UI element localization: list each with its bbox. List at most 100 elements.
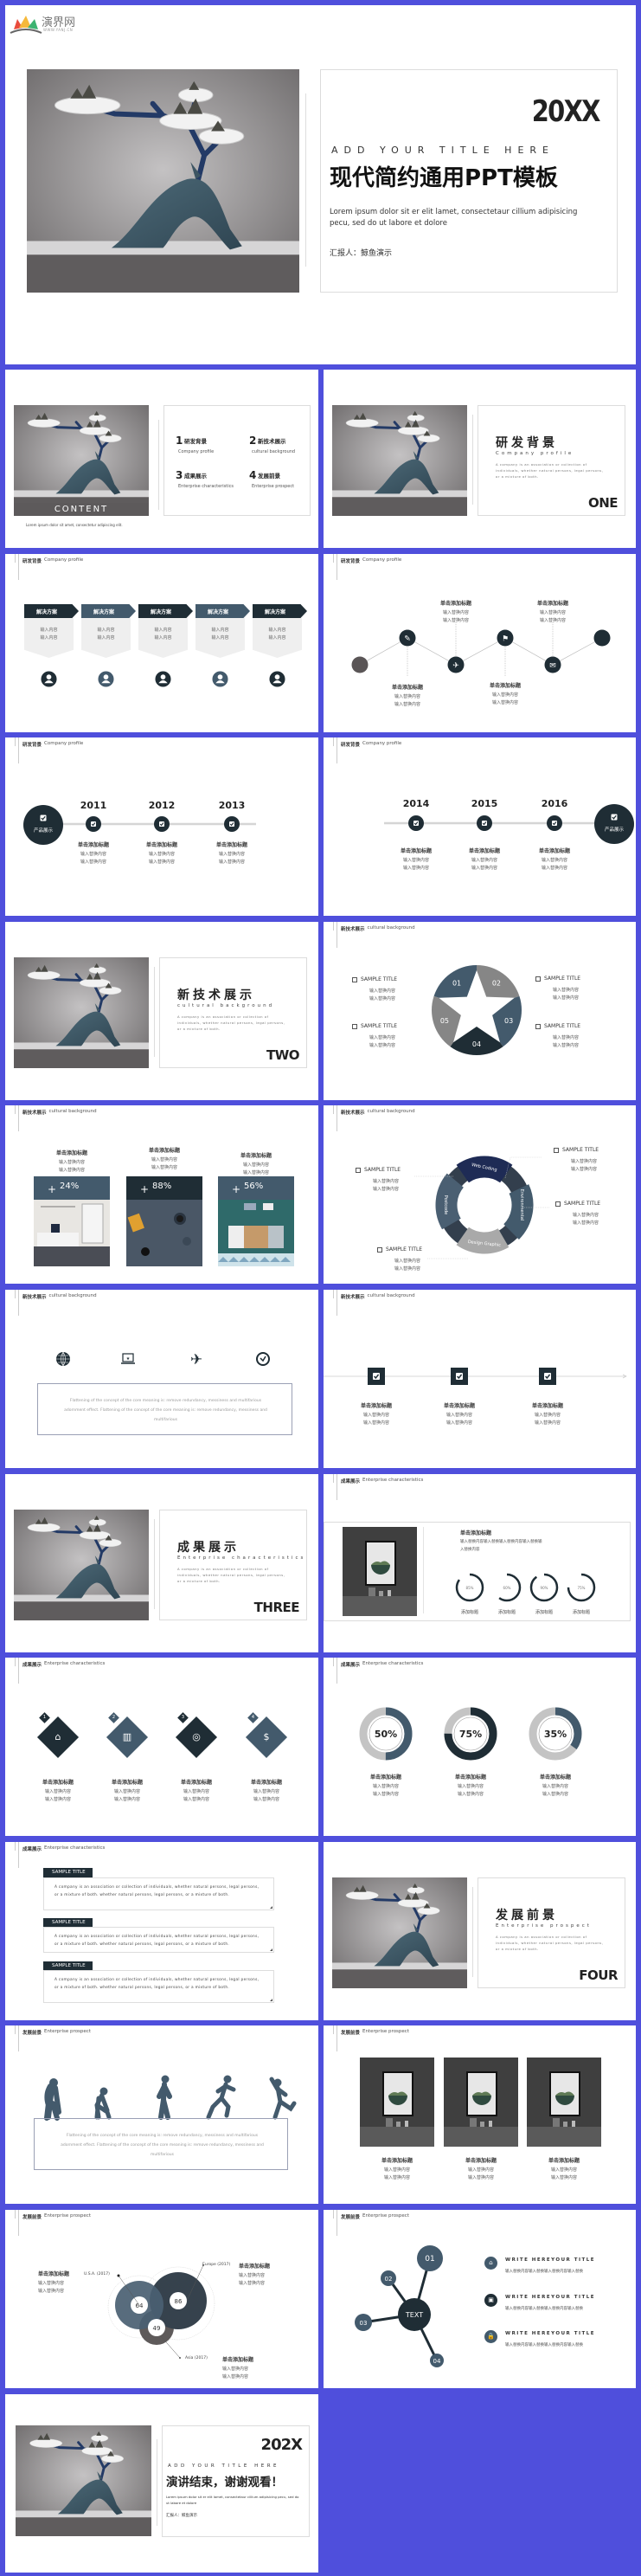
checkbox-icon: [535, 1024, 541, 1029]
solution-label: 解决方案: [265, 609, 286, 615]
globe-icon: [55, 1351, 71, 1367]
item-line: 输入替换内容: [457, 1784, 484, 1789]
slide-8-section[interactable]: 新技术展示 cultural background A company is an …: [5, 922, 318, 1100]
sample-title: SAMPLE TITLE: [564, 1201, 601, 1207]
item-text-group: 单击添加标题 输入替换内容 输入替换内容: [527, 599, 579, 623]
header-subtitle: cultural background: [48, 1293, 97, 1298]
item-title: 单击添加标题: [145, 842, 177, 848]
item-line: 输入替换内容: [218, 860, 245, 865]
slide-24-end[interactable]: 202X ADD YOUR TITLE HERE 演讲结束，谢谢观看！ Lorem i…: [5, 2394, 318, 2573]
slide-4-arrows[interactable]: 研发背景 Company profile 解决方案 输入内容 输入内容 解决方案 输入内容输…: [5, 554, 318, 732]
contents-item-3[interactable]: 3 成果展示 Enterprise characteristics: [176, 469, 240, 499]
segment-label: Environmental: [519, 1189, 524, 1220]
solution-header: 解决方案: [24, 604, 79, 618]
checkbox-icon: [555, 1201, 561, 1207]
contents-item-4[interactable]: 4 发展前景 Enterprise prospect: [249, 469, 314, 499]
zigzag-diagram-graphic: ✎ ✈ ⚑ ✉: [351, 621, 611, 677]
item-title: 单击添加标题: [222, 2357, 254, 2363]
slide-20-runners[interactable]: 发展前景 Enterprise prospect Flattening of the…: [5, 2025, 318, 2204]
resize-handle[interactable]: [270, 1999, 272, 2001]
item-line: 输入替换内容: [372, 1792, 399, 1797]
plane-icon-glyph: ✈: [452, 662, 459, 671]
slide-header: 成果展示 Enterprise characteristics: [341, 1478, 423, 1484]
sample-text-box[interactable]: A company is an association or collectio…: [43, 1970, 274, 2003]
slide-13-checks[interactable]: 新技术展示 cultural background 单击添加标题 输入替换内容 输入替换…: [324, 1290, 636, 1468]
header-divider: [333, 1658, 334, 1666]
slide-18-textboxes[interactable]: 成果展示 Enterprise characteristics SAMPLE TIT…: [5, 1842, 318, 2020]
deer-sculpture-image: [14, 957, 149, 1068]
header-divider: [15, 1658, 16, 1666]
ring-label: 添加标题: [535, 1610, 553, 1615]
slide-10-photos[interactable]: 新技术展示 cultural background 单击添加标题 输入替换内容 输入替换…: [5, 1105, 318, 1284]
star-diagram-graphic: 01 02 03 04 05: [432, 965, 522, 1055]
contents-item-1[interactable]: 1 研发背景 Company profile: [176, 435, 240, 465]
slide-19-section[interactable]: 发展前景 Enterprise prospect A company is an a…: [324, 1842, 636, 2020]
item-line: 输入替换内容: [80, 860, 106, 865]
item-text-group: 单击添加标题 输入替换内容 输入替换内容: [458, 847, 510, 871]
slide-22-venn[interactable]: 发展前景 Enterprise prospect 64 86 49 U.S.A. (201…: [5, 2210, 318, 2388]
deer-sculpture-image-graphic: [14, 957, 149, 1068]
product-circle: [23, 805, 63, 845]
resize-handle[interactable]: [270, 1948, 272, 1951]
slide-16-diamonds[interactable]: 成果展示 Enterprise characteristics ⌂ 1 单击添加标题 输入…: [5, 1658, 318, 1836]
slide-17-donuts[interactable]: 成果展示 Enterprise characteristics 50% 单击添加标题输…: [324, 1658, 636, 1836]
item-title: 单击添加标题: [111, 1780, 143, 1786]
sample-text-box[interactable]: A company is an association or collectio…: [43, 1877, 274, 1910]
donut-value: 50%: [375, 1729, 397, 1740]
item-line: 输入替换内容: [542, 1784, 568, 1789]
runner-upright: [157, 2075, 172, 2120]
globe-icon-graphic: [56, 1351, 70, 1367]
svg-text:90%: 90%: [541, 1586, 548, 1590]
item-title: 发展前景: [258, 473, 280, 480]
sample-text-box[interactable]: A company is an association or collectio…: [43, 1927, 274, 1953]
item-line: 输入替换内容: [183, 1789, 209, 1794]
resize-handle[interactable]: [270, 1906, 272, 1909]
sample-title: SAMPLE TITLE: [361, 1023, 398, 1029]
item-title: 单击添加标题: [443, 1403, 475, 1409]
slide-23-network[interactable]: 发展前景 Enterprise prospect 01 02 03 04 TEXT ⌂ WRIT…: [324, 2210, 636, 2388]
deer-sculpture-image-graphic: [332, 405, 467, 516]
slide-2-contents[interactable]: CONTENT Lorem ipsum dolor sit amet, conse…: [5, 370, 318, 548]
slide-11-ring[interactable]: 新技术展示 cultural background Web Coding Enviro…: [324, 1105, 636, 1284]
check-icon: [229, 821, 234, 827]
slide-15-rings[interactable]: 成果展示 Enterprise characteristics 单击添加标题 输入替换…: [324, 1474, 636, 1652]
item-line: 输入替换内容: [372, 1784, 399, 1789]
runner-silhouettes-graphic: [44, 2075, 297, 2121]
sample-line: 输入替换内容: [553, 988, 580, 993]
contents-item-2[interactable]: 2 新技术展示 cultural background: [249, 435, 314, 465]
slide-9-star[interactable]: 新技术展示 cultural background 01 02 03 04 05 SAMPLE…: [324, 922, 636, 1100]
item-title: 单击添加标题: [531, 1403, 563, 1409]
item-text-group: 单击添加标题 输入替换内容 输入替换内容: [350, 1401, 402, 1426]
sample-line: 输入替换内容: [553, 1035, 580, 1040]
solution-label: 解决方案: [208, 609, 229, 615]
interior-photo: [34, 1200, 110, 1266]
section-subtitle: Enterprise prospect: [496, 1923, 592, 1929]
person-icon-graphic: [98, 671, 114, 687]
slide-12-iconpara[interactable]: 新技术展示 cultural background ★ ✈ Flattening of …: [5, 1290, 318, 1468]
slide-header: 发展前景 Enterprise prospect: [341, 2029, 409, 2036]
item-line: 输入替换内容: [151, 1165, 177, 1170]
product-label: 产品展示: [604, 828, 624, 833]
item-title: 单击添加标题: [239, 2264, 271, 2270]
deer-sculpture-image: [14, 405, 149, 516]
slide-header: 成果展示 Enterprise characteristics: [22, 1845, 105, 1852]
timeline-year: 2012: [148, 800, 176, 811]
item-title: 单击添加标题: [55, 1150, 87, 1156]
item-text-group: 单击添加标题 输入替换内容 输入替换内容: [32, 1778, 84, 1802]
item-number: 3: [176, 469, 183, 481]
slide-3-section[interactable]: 研发背景 Company profile A company is an assoc…: [324, 370, 636, 548]
progress-ring: 90%: [529, 1572, 560, 1603]
item-line: 输入替换内容: [113, 1797, 140, 1802]
zigzag-diagram: ✎ ✈ ⚑ ✉: [324, 554, 636, 732]
donut-chart: 75%: [443, 1706, 498, 1761]
header-subtitle: Company profile: [44, 557, 84, 563]
slide-5-zigzag[interactable]: 研发背景 Company profile ✎ ✈ ⚑ ✉ 单击添加标题 输入替换内容 输入替换内…: [324, 554, 636, 732]
item-number: 1: [176, 435, 183, 447]
target-icon: ◎: [192, 1731, 201, 1742]
slide-7-timeline[interactable]: 研发背景 Company profile 产品展示 2014 单击添加标题 输入替换内容输…: [324, 737, 636, 916]
slide-14-section[interactable]: 成果展示 Enterprise characteristics A company …: [5, 1474, 318, 1652]
slide-6-timeline[interactable]: 研发背景 Company profile 产品展示 2011 单击添加标题 输入替换内容输…: [5, 737, 318, 916]
slide-21-frames[interactable]: 发展前景 Enterprise prospect 单击添加标题 输入替换内容 输入替换内…: [324, 2025, 636, 2204]
percent-header: +56%: [218, 1176, 294, 1200]
section-number: ONE: [587, 495, 619, 511]
